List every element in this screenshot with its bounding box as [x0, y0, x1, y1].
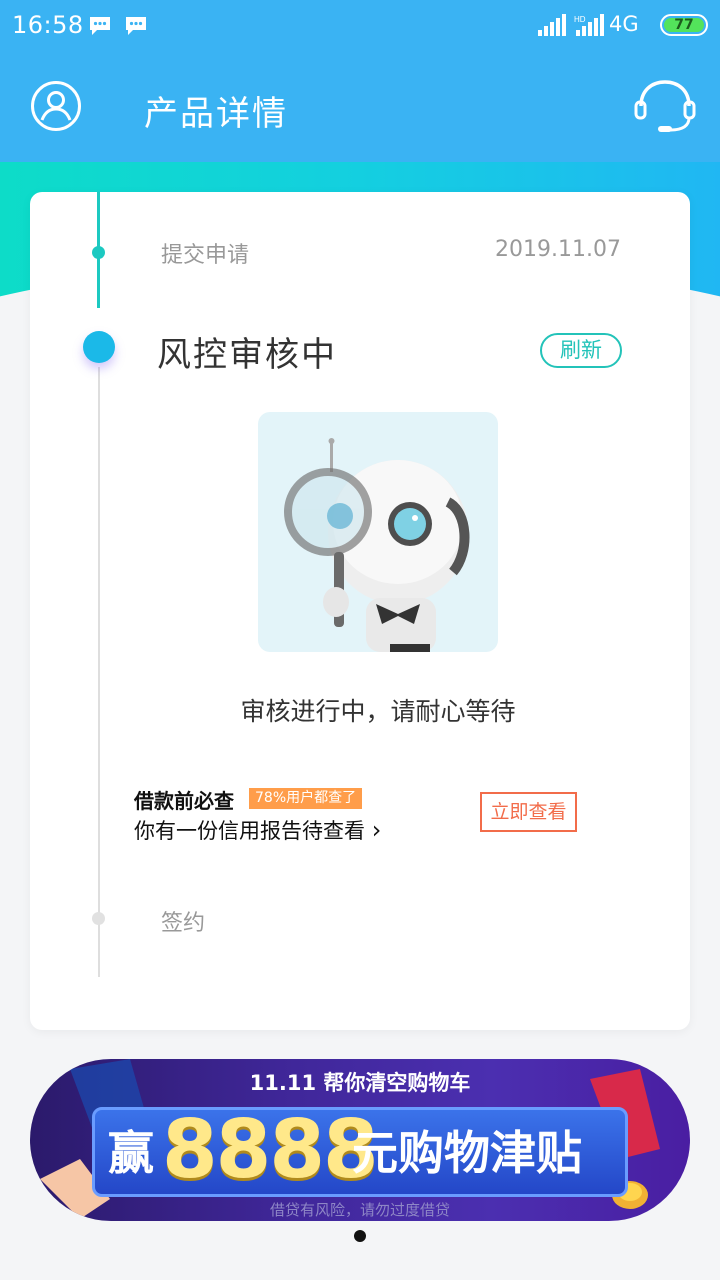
step-review-label: 风控审核中	[157, 335, 337, 375]
step-submit-label: 提交申请	[161, 243, 250, 268]
user-icon[interactable]	[30, 80, 82, 132]
step-sign-label: 签约	[161, 911, 206, 936]
review-status-text: 审核进行中，请耐心等待	[240, 697, 516, 726]
page-title: 产品详情	[144, 94, 288, 134]
credit-report-text: 你有一份信用报告待查看	[134, 819, 365, 843]
banner-win: 赢	[108, 1126, 154, 1180]
banner-subsidy: 元购物津贴	[352, 1126, 582, 1180]
timeline-dot-submitted	[92, 246, 105, 259]
signal-icon	[538, 14, 566, 36]
battery-icon: 77	[660, 14, 708, 36]
promo-banner[interactable]: 11.11 帮你清空购物车 赢 8888 元购物津贴 借贷有风险，请勿过度借贷	[30, 1059, 690, 1221]
timeline-line-pending	[98, 367, 100, 977]
customer-service-icon[interactable]	[632, 76, 698, 134]
timeline-dot-sign	[92, 912, 105, 925]
message-icon	[126, 17, 146, 35]
timeline-dot-current	[83, 331, 115, 363]
credit-badge: 78%用户都查了	[249, 788, 363, 809]
network-type: 4G	[609, 12, 639, 36]
status-time: 16:58	[12, 11, 84, 39]
app-header: 产品详情	[0, 52, 720, 162]
battery-level: 77	[674, 17, 694, 33]
hd-signal-icon: HD	[574, 14, 604, 36]
chevron-right-icon: ›	[371, 816, 382, 844]
step-submit-date: 2019.11.07	[495, 237, 621, 262]
banner-headline: 11.11 帮你清空购物车	[249, 1071, 471, 1095]
refresh-button[interactable]: 刷新	[540, 333, 622, 368]
credit-report-link[interactable]: 你有一份信用报告待查看 ›	[134, 815, 381, 845]
message-icon	[90, 17, 110, 35]
credit-check-title: 借款前必查	[134, 789, 234, 813]
view-now-button[interactable]: 立即查看	[480, 792, 577, 832]
banner-amount: 8888	[162, 1103, 379, 1196]
progress-card: 提交申请 2019.11.07 风控审核中 刷新 审核进行中，请耐心等待 借款前…	[30, 192, 690, 1030]
robot-illustration	[258, 412, 498, 652]
carousel-indicator	[354, 1230, 366, 1242]
status-bar: 16:58 HD 4G 77	[0, 0, 720, 52]
svg-text:HD: HD	[574, 15, 586, 24]
risk-disclaimer: 借贷有风险，请勿过度借贷	[269, 1201, 450, 1219]
